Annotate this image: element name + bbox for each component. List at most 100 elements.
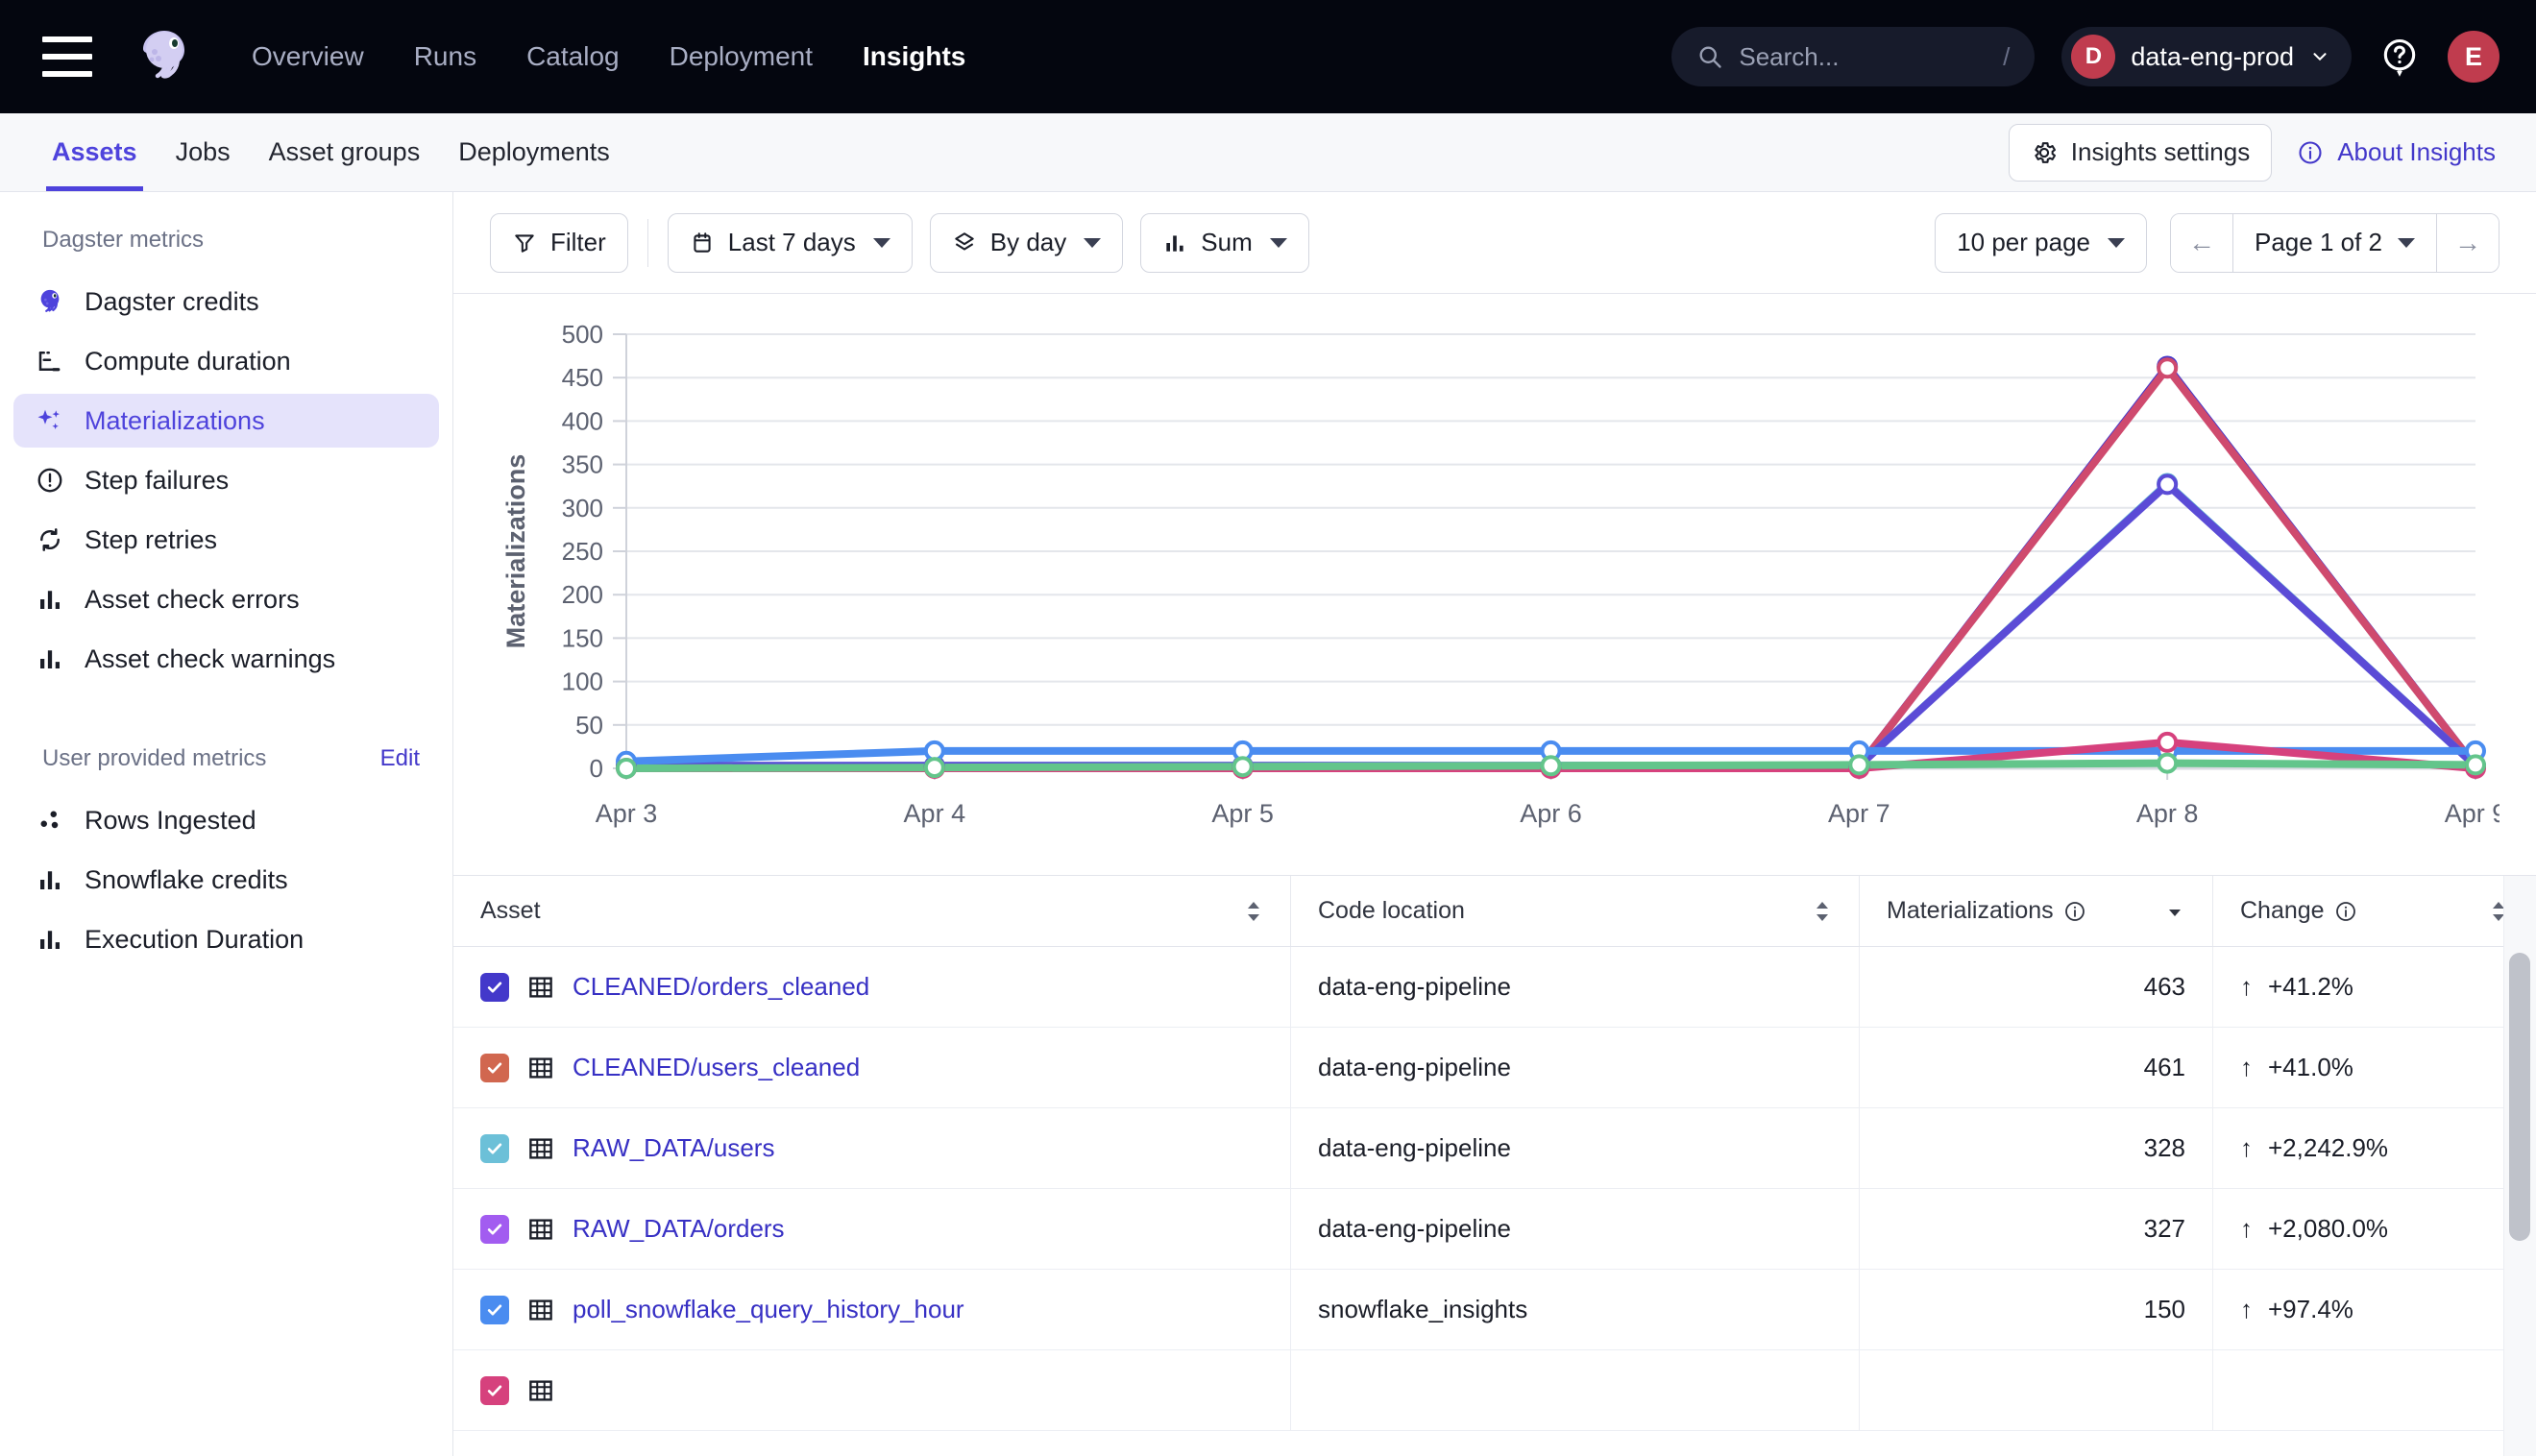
row-checkbox[interactable] [480,1134,509,1163]
page-select[interactable]: Page 1 of 2 [2232,214,2437,272]
search-shortcut-hint: / [2003,42,2010,72]
svg-text:250: 250 [562,537,603,566]
user-avatar[interactable]: E [2448,31,2499,83]
bar-chart-icon [35,584,65,615]
metrics-sidebar: Dagster metrics Dagster credits [0,192,453,1456]
sidebar-item-rows-ingested[interactable]: Rows Ingested [13,793,439,847]
svg-text:Apr 8: Apr 8 [2136,799,2199,828]
asset-link[interactable]: CLEANED/orders_cleaned [573,972,869,1002]
bar-chart-icon [35,924,65,955]
info-circle-icon[interactable] [2063,900,2086,923]
cell-asset [453,1350,1291,1430]
column-header-change[interactable]: Change [2213,876,2536,946]
column-header-code-location[interactable]: Code location [1291,876,1860,946]
cell-asset: CLEANED/orders_cleaned [453,947,1291,1027]
table-row[interactable]: RAW_DATA/usersdata-eng-pipeline328↑+2,24… [453,1108,2536,1189]
dagster-logo[interactable] [133,25,196,88]
svg-text:350: 350 [562,450,603,479]
table-row[interactable]: CLEANED/users_cleaneddata-eng-pipeline46… [453,1028,2536,1108]
svg-text:Materializations: Materializations [501,454,530,649]
sidebar-item-snowflake-credits[interactable]: Snowflake credits [13,853,439,907]
nav-link-deployment[interactable]: Deployment [670,41,813,72]
table-scroll-track[interactable] [2503,876,2536,1456]
cell-asset: CLEANED/users_cleaned [453,1028,1291,1107]
table-row[interactable]: poll_snowflake_query_history_hoursnowfla… [453,1270,2536,1350]
nav-link-catalog[interactable]: Catalog [526,41,620,72]
row-checkbox[interactable] [480,1296,509,1324]
sort-toggle-materializations[interactable] [2164,904,2185,919]
materializations-chart[interactable]: 050100150200250300350400450500Materializ… [453,294,2536,876]
table-row[interactable]: CLEANED/orders_cleaneddata-eng-pipeline4… [453,947,2536,1028]
info-circle-icon[interactable] [2334,900,2357,923]
bar-chart-icon [1162,231,1187,255]
sidebar-item-step-failures[interactable]: Step failures [13,453,439,507]
tab-deployments[interactable]: Deployments [439,113,629,191]
time-range-select[interactable]: Last 7 days [668,213,913,273]
tab-assets[interactable]: Assets [33,113,157,191]
search-input[interactable]: Search... / [1671,27,2035,86]
sort-toggle-code-location[interactable] [1813,899,1832,924]
about-insights-link[interactable]: About Insights [2297,137,2496,167]
prev-page-button[interactable]: ← [2171,214,2232,272]
sidebar-label-snowflake-credits: Snowflake credits [85,865,288,895]
tab-jobs[interactable]: Jobs [157,113,250,191]
column-header-asset[interactable]: Asset [453,876,1291,946]
row-checkbox[interactable] [480,1054,509,1082]
sidebar-label-asset-check-errors: Asset check errors [85,585,300,615]
sidebar-label-execution-duration: Execution Duration [85,925,304,955]
granularity-select[interactable]: By day [930,213,1124,273]
sidebar-item-materializations[interactable]: Materializations [13,394,439,448]
table-header-row: Asset Code location [453,876,2536,947]
change-arrow-icon: ↑ [2240,1214,2253,1244]
dots-cluster-icon [35,805,65,836]
table-row-partial[interactable] [453,1350,2536,1431]
sort-toggle-asset[interactable] [1244,899,1263,924]
nav-link-insights[interactable]: Insights [863,41,965,72]
retry-icon [35,524,65,555]
svg-text:Apr 5: Apr 5 [1211,799,1274,828]
aggregation-select[interactable]: Sum [1140,213,1308,273]
row-checkbox[interactable] [480,1376,509,1405]
insights-settings-button[interactable]: Insights settings [2009,124,2272,182]
help-circle-icon[interactable] [2378,36,2421,78]
change-arrow-icon: ↑ [2240,1053,2253,1082]
asset-link[interactable]: CLEANED/users_cleaned [573,1053,860,1082]
table-row[interactable]: RAW_DATA/ordersdata-eng-pipeline327↑+2,0… [453,1189,2536,1270]
cell-change: ↑+2,080.0% [2213,1189,2536,1269]
asset-link[interactable]: RAW_DATA/users [573,1133,774,1163]
chevron-down-icon [1270,238,1287,248]
search-placeholder: Search... [1739,42,1987,72]
filter-button[interactable]: Filter [490,213,628,273]
assets-table: Asset Code location [453,876,2536,1456]
table-scrollbar[interactable] [2509,953,2530,1456]
change-arrow-icon: ↑ [2240,972,2253,1002]
sidebar-item-asset-check-warnings[interactable]: Asset check warnings [13,632,439,686]
sidebar-divider-gap [0,692,452,745]
tab-asset-groups[interactable]: Asset groups [250,113,440,191]
column-header-materializations[interactable]: Materializations [1860,876,2213,946]
svg-text:Apr 3: Apr 3 [596,799,658,828]
sidebar-item-dagster-credits[interactable]: Dagster credits [13,275,439,328]
nav-link-runs[interactable]: Runs [414,41,476,72]
sidebar-item-step-retries[interactable]: Step retries [13,513,439,567]
sidebar-item-execution-duration[interactable]: Execution Duration [13,912,439,966]
nav-link-overview[interactable]: Overview [252,41,364,72]
row-checkbox[interactable] [480,973,509,1002]
next-page-button[interactable]: → [2437,214,2499,272]
row-checkbox[interactable] [480,1215,509,1244]
asset-link[interactable]: poll_snowflake_query_history_hour [573,1295,964,1324]
change-arrow-icon: ↑ [2240,1295,2253,1324]
sidebar-item-asset-check-errors[interactable]: Asset check errors [13,572,439,626]
sidebar-label-step-retries: Step retries [85,525,217,555]
cell-materializations: 461 [1860,1028,2213,1107]
hamburger-menu-icon[interactable] [42,36,92,77]
edit-user-metrics-link[interactable]: Edit [380,745,420,772]
per-page-select[interactable]: 10 per page [1935,213,2147,273]
sidebar-item-compute-duration[interactable]: Compute duration [13,334,439,388]
asset-link[interactable]: RAW_DATA/orders [573,1214,785,1244]
deployment-selector[interactable]: D data-eng-prod [2061,27,2352,86]
cell-code-location: data-eng-pipeline [1291,947,1860,1027]
scrollbar-thumb[interactable] [2509,953,2530,1241]
filter-icon [512,231,537,255]
per-page-label: 10 per page [1957,228,2090,257]
